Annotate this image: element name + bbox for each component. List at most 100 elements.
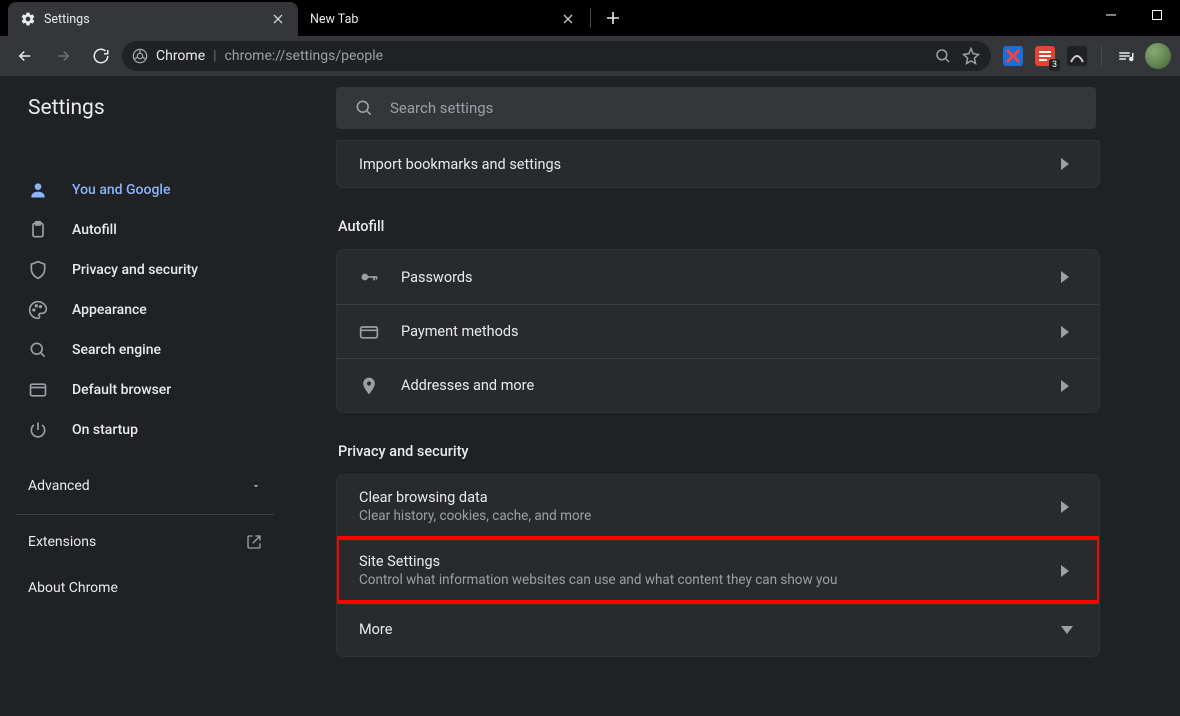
- chrome-logo-icon: [132, 48, 148, 64]
- gear-icon: [20, 11, 36, 27]
- search-settings-input[interactable]: Search settings: [336, 87, 1096, 129]
- row-addresses[interactable]: Addresses and more: [337, 358, 1099, 412]
- tab-separator: [590, 8, 591, 28]
- row-clear-browsing-data[interactable]: Clear browsing data Clear history, cooki…: [337, 475, 1099, 538]
- row-label: Import bookmarks and settings: [359, 156, 1039, 173]
- back-button[interactable]: [8, 39, 42, 73]
- sidebar-item-you-and-google[interactable]: You and Google: [0, 170, 278, 210]
- sync-card: Import bookmarks and settings: [336, 140, 1100, 188]
- privacy-card: Clear browsing data Clear history, cooki…: [336, 474, 1100, 657]
- sidebar-item-label: On startup: [72, 422, 138, 438]
- palette-icon: [28, 300, 48, 320]
- person-icon: [28, 180, 48, 200]
- site-chip: Chrome: [132, 48, 205, 64]
- zoom-icon[interactable]: [933, 46, 953, 66]
- row-passwords[interactable]: Passwords: [337, 250, 1099, 304]
- sidebar-item-appearance[interactable]: Appearance: [0, 290, 278, 330]
- tab-strip: Settings New Tab: [0, 0, 1180, 36]
- settings-page: Settings Search settings You and Google …: [0, 76, 1180, 716]
- tab-title: New Tab: [310, 12, 358, 27]
- extension-button-3[interactable]: [1063, 42, 1091, 70]
- sidebar-item-default-browser[interactable]: Default browser: [0, 370, 278, 410]
- close-icon[interactable]: [270, 11, 286, 27]
- row-label: More: [359, 621, 1039, 638]
- sidebar-item-label: Appearance: [72, 302, 147, 318]
- url-text: chrome://settings/people: [225, 48, 925, 64]
- chevron-right-icon: [1061, 380, 1077, 392]
- sidebar-item-label: Privacy and security: [72, 262, 198, 278]
- open-external-icon: [246, 534, 262, 550]
- tab-new-tab[interactable]: New Tab: [298, 2, 588, 36]
- key-icon: [359, 267, 379, 287]
- row-site-settings[interactable]: Site Settings Control what information w…: [337, 538, 1099, 602]
- chevron-right-icon: [1061, 565, 1077, 577]
- window-maximize-button[interactable]: [1134, 0, 1180, 30]
- reload-button[interactable]: [84, 39, 118, 73]
- extensions-label: Extensions: [28, 534, 96, 550]
- row-label: Passwords: [401, 269, 1039, 286]
- new-tab-button[interactable]: [599, 4, 627, 32]
- sidebar-item-label: You and Google: [72, 182, 170, 198]
- browser-toolbar: Chrome | chrome://settings/people 3: [0, 36, 1180, 76]
- close-icon[interactable]: [560, 11, 576, 27]
- row-label: Addresses and more: [401, 377, 1039, 394]
- search-icon: [28, 340, 48, 360]
- row-label: Site Settings: [359, 553, 1039, 570]
- address-bar[interactable]: Chrome | chrome://settings/people: [122, 41, 991, 71]
- advanced-label: Advanced: [28, 478, 90, 494]
- settings-sidebar: You and Google Autofill Privacy and secu…: [0, 154, 290, 716]
- page-title: Settings: [0, 96, 310, 120]
- section-title-autofill: Autofill: [338, 218, 1100, 235]
- media-control-button[interactable]: [1112, 42, 1140, 70]
- sidebar-item-label: Autofill: [72, 222, 117, 238]
- profile-avatar[interactable]: [1144, 42, 1172, 70]
- power-icon: [28, 420, 48, 440]
- settings-header: Settings Search settings: [0, 76, 1180, 140]
- window-icon: [28, 380, 48, 400]
- sidebar-item-privacy[interactable]: Privacy and security: [0, 250, 278, 290]
- sidebar-advanced-toggle[interactable]: Advanced: [0, 462, 290, 510]
- chevron-right-icon: [1061, 158, 1077, 170]
- sidebar-item-label: Search engine: [72, 342, 161, 358]
- chevron-down-icon: [250, 480, 262, 492]
- card-icon: [359, 322, 379, 342]
- row-label: Clear browsing data: [359, 489, 1039, 506]
- sidebar-item-label: Default browser: [72, 382, 171, 398]
- site-chip-label: Chrome: [156, 48, 205, 64]
- sidebar-extensions-link[interactable]: Extensions: [0, 519, 290, 565]
- window-controls: [1088, 0, 1180, 30]
- toolbar-separator: [1101, 46, 1102, 66]
- row-import-bookmarks[interactable]: Import bookmarks and settings: [337, 141, 1099, 187]
- sidebar-divider: [16, 514, 274, 515]
- shield-icon: [28, 260, 48, 280]
- section-title-privacy: Privacy and security: [338, 443, 1100, 460]
- tab-title: Settings: [44, 12, 90, 27]
- row-subtext: Clear history, cookies, cache, and more: [359, 508, 1039, 524]
- sidebar-item-autofill[interactable]: Autofill: [0, 210, 278, 250]
- extension-button-2[interactable]: 3: [1031, 42, 1059, 70]
- search-placeholder: Search settings: [390, 99, 493, 117]
- omnibox-separator: |: [213, 48, 216, 64]
- star-icon[interactable]: [961, 46, 981, 66]
- clipboard-icon: [28, 220, 48, 240]
- chevron-right-icon: [1061, 271, 1077, 283]
- autofill-card: Passwords Payment methods Addresses and …: [336, 249, 1100, 413]
- sidebar-item-search-engine[interactable]: Search engine: [0, 330, 278, 370]
- sidebar-item-on-startup[interactable]: On startup: [0, 410, 278, 450]
- sidebar-about-link[interactable]: About Chrome: [0, 565, 290, 611]
- row-label: Payment methods: [401, 323, 1039, 340]
- about-label: About Chrome: [28, 580, 118, 596]
- location-icon: [359, 376, 379, 396]
- row-subtext: Control what information websites can us…: [359, 572, 1039, 588]
- row-payments[interactable]: Payment methods: [337, 304, 1099, 358]
- avatar: [1145, 43, 1171, 69]
- chevron-right-icon: [1061, 326, 1077, 338]
- forward-button[interactable]: [46, 39, 80, 73]
- chevron-down-icon: [1061, 626, 1077, 634]
- row-more[interactable]: More: [337, 602, 1099, 656]
- extension-badge: 3: [1049, 59, 1060, 71]
- extension-button-1[interactable]: [999, 42, 1027, 70]
- tab-settings[interactable]: Settings: [8, 2, 298, 36]
- window-minimize-button[interactable]: [1088, 0, 1134, 30]
- settings-main: Import bookmarks and settings Autofill P…: [310, 140, 1180, 716]
